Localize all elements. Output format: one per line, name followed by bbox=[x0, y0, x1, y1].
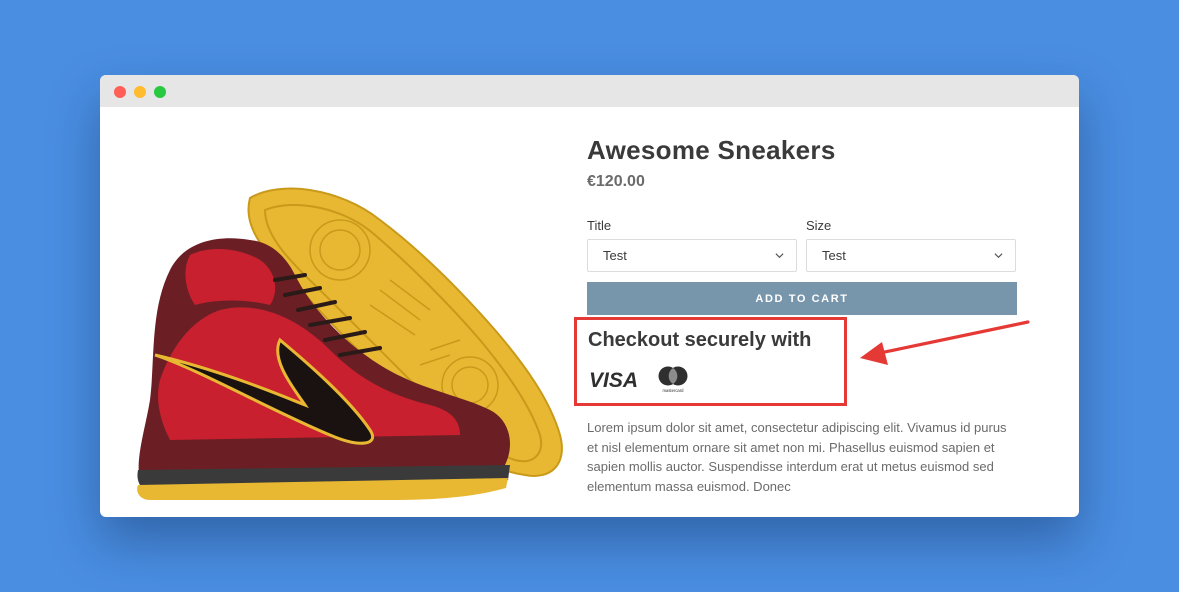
product-options: Title Test Size Test bbox=[587, 218, 1017, 272]
add-to-cart-button[interactable]: ADD TO CART bbox=[587, 282, 1017, 315]
option-size-label: Size bbox=[806, 218, 832, 233]
option-title: Title Test bbox=[587, 218, 797, 272]
product-description: Lorem ipsum dolor sit amet, consectetur … bbox=[587, 420, 1007, 494]
size-select[interactable]: Test bbox=[806, 239, 1016, 272]
chevron-down-icon bbox=[994, 253, 1003, 259]
title-select-value: Test bbox=[603, 248, 627, 263]
visa-icon: VISA bbox=[589, 369, 638, 390]
minimize-dot-icon[interactable] bbox=[134, 86, 146, 98]
secure-checkout-highlight: Checkout securely with VISA mastercard bbox=[574, 317, 847, 406]
size-select-value: Test bbox=[822, 248, 846, 263]
checkout-heading: Checkout securely with bbox=[588, 329, 812, 351]
maximize-dot-icon[interactable] bbox=[154, 86, 166, 98]
product-image bbox=[137, 187, 563, 500]
visa-text: VISA bbox=[589, 369, 638, 390]
arrow-icon bbox=[860, 320, 1030, 365]
product-price: €120.00 bbox=[587, 173, 645, 190]
option-size: Size Test bbox=[806, 218, 1016, 272]
mastercard-text: mastercard bbox=[663, 388, 685, 393]
title-select[interactable]: Test bbox=[587, 239, 797, 272]
close-dot-icon[interactable] bbox=[114, 86, 126, 98]
product-info: Awesome Sneakers €120.00 bbox=[587, 135, 1017, 191]
chevron-down-icon bbox=[775, 253, 784, 259]
product-title: Awesome Sneakers bbox=[587, 135, 836, 165]
option-title-label: Title bbox=[587, 218, 612, 233]
browser-window: Awesome Sneakers €120.00 Title Test Size… bbox=[100, 75, 1079, 517]
mastercard-icon: mastercard bbox=[658, 366, 688, 393]
window-titlebar bbox=[100, 75, 1079, 107]
